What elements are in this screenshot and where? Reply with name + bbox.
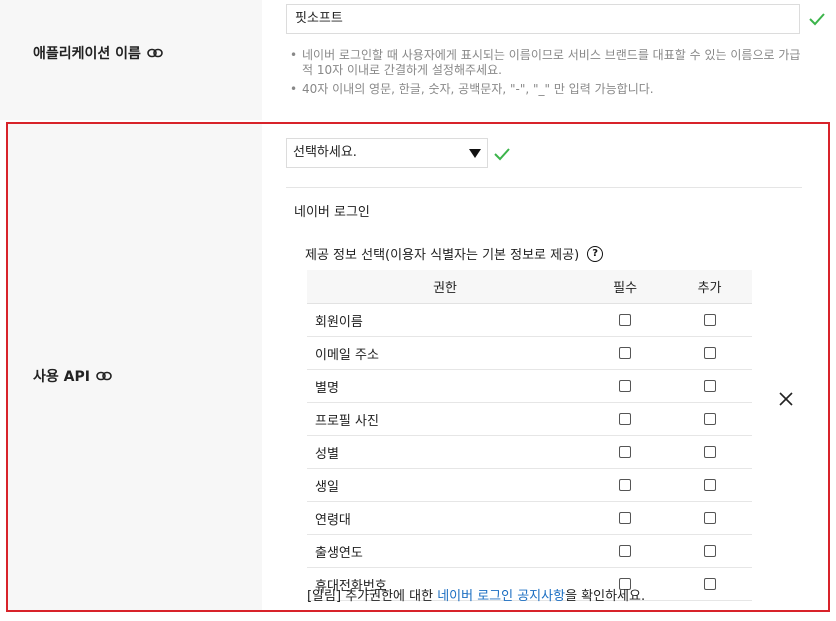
permission-name: 회원이름	[307, 303, 584, 337]
link-icon	[96, 371, 112, 381]
additional-checkbox[interactable]	[703, 479, 716, 491]
section-divider	[286, 187, 802, 188]
additional-checkbox[interactable]	[703, 578, 716, 590]
app-name-input[interactable]: 핏소프트	[286, 4, 800, 34]
table-row: 출생연도	[307, 534, 752, 568]
info-select-title: 제공 정보 선택(이용자 식별자는 기본 정보로 제공) ?	[305, 244, 604, 263]
help-item: 40자 이내의 영문, 한글, 숫자, 공백문자, "-", "_" 만 입력 …	[290, 82, 802, 97]
permission-name: 연령대	[307, 501, 584, 535]
table-row: 회원이름	[307, 303, 752, 337]
help-icon[interactable]: ?	[587, 245, 604, 262]
app-name-label-text: 애플리케이션 이름	[33, 46, 141, 62]
required-checkbox[interactable]	[619, 380, 632, 392]
api-label: 사용 API	[33, 366, 112, 386]
app-name-label: 애플리케이션 이름	[33, 43, 163, 63]
header-additional: 추가	[667, 270, 752, 304]
additional-checkbox[interactable]	[703, 413, 716, 425]
additional-checkbox[interactable]	[703, 446, 716, 458]
notice-link[interactable]: 네이버 로그인 공지사항	[437, 589, 565, 604]
permission-name: 성별	[307, 435, 584, 469]
additional-checkbox[interactable]	[703, 347, 716, 359]
required-checkbox[interactable]	[619, 512, 632, 524]
required-checkbox[interactable]	[619, 314, 632, 326]
api-select-value: 선택하세요.	[293, 145, 357, 160]
additional-checkbox[interactable]	[703, 545, 716, 557]
additional-checkbox[interactable]	[703, 512, 716, 524]
app-name-help-list: 네이버 로그인할 때 사용자에게 표시되는 이름이므로 서비스 브랜드를 대표할…	[290, 48, 802, 101]
provider-title: 네이버 로그인	[294, 205, 370, 220]
additional-checkbox[interactable]	[703, 314, 716, 326]
table-row: 프로필 사진	[307, 402, 752, 436]
permission-name: 프로필 사진	[307, 402, 584, 436]
permission-table: 권한 필수 추가 회원이름 이메일 주소 별명 프로필 사진 성별 생일 연령대…	[307, 270, 752, 601]
permission-name: 별명	[307, 369, 584, 403]
app-name-row: 애플리케이션 이름 핏소프트 네이버 로그인할 때 사용자에게 표시되는 이름이…	[0, 0, 836, 120]
chevron-down-icon	[469, 149, 481, 158]
close-icon[interactable]	[778, 391, 794, 407]
required-checkbox[interactable]	[619, 347, 632, 359]
table-row: 이메일 주소	[307, 336, 752, 370]
header-permission: 권한	[307, 270, 584, 304]
notice-suffix: 을 확인하세요.	[565, 589, 646, 604]
api-label-text: 사용 API	[33, 369, 90, 385]
info-select-title-text: 제공 정보 선택(이용자 식별자는 기본 정보로 제공)	[305, 248, 580, 263]
permission-name: 생일	[307, 468, 584, 502]
table-row: 생일	[307, 468, 752, 502]
help-item: 네이버 로그인할 때 사용자에게 표시되는 이름이므로 서비스 브랜드를 대표할…	[290, 48, 802, 78]
table-row: 별명	[307, 369, 752, 403]
permission-name: 이메일 주소	[307, 336, 584, 370]
link-icon	[147, 48, 163, 58]
required-checkbox[interactable]	[619, 413, 632, 425]
notice-text: [알림] 추가권한에 대한 네이버 로그인 공지사항을 확인하세요.	[307, 585, 645, 604]
notice-prefix: [알림] 추가권한에 대한	[307, 589, 438, 604]
api-select[interactable]: 선택하세요.	[286, 138, 488, 168]
permission-name: 출생연도	[307, 534, 584, 568]
additional-checkbox[interactable]	[703, 380, 716, 392]
table-row: 성별	[307, 435, 752, 469]
required-checkbox[interactable]	[619, 545, 632, 557]
table-row: 연령대	[307, 501, 752, 535]
check-icon	[494, 148, 510, 161]
header-required: 필수	[583, 270, 668, 304]
required-checkbox[interactable]	[619, 446, 632, 458]
check-icon	[809, 13, 825, 26]
required-checkbox[interactable]	[619, 479, 632, 491]
